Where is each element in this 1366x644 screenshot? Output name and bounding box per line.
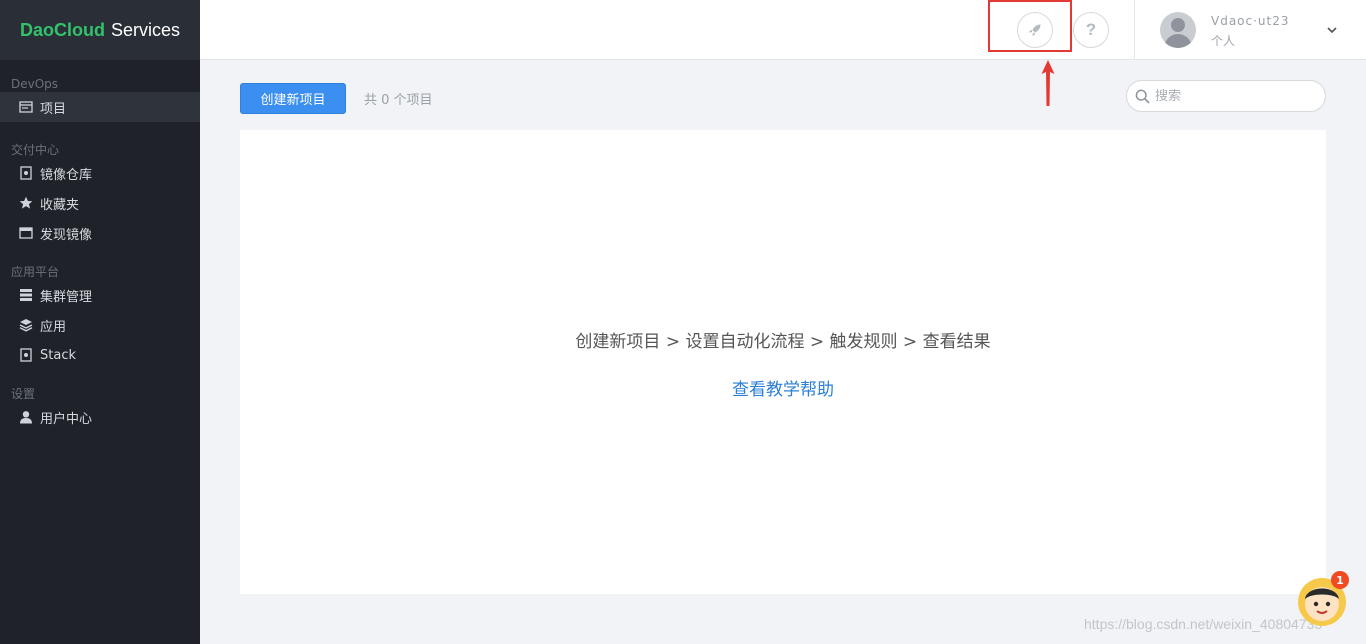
image-repo-icon bbox=[18, 165, 34, 181]
search-icon bbox=[1135, 89, 1150, 104]
annotation-arrow-icon bbox=[1041, 60, 1055, 106]
rocket-icon bbox=[1027, 22, 1043, 38]
project-count: 共 0 个项目 bbox=[364, 93, 433, 108]
sidebar-item-label: 用户中心 bbox=[40, 411, 93, 427]
brand-name-secondary: Services bbox=[110, 19, 181, 40]
watermark-text: https://blog.csdn.net/weixin_40804733 bbox=[1084, 616, 1323, 632]
section-title-delivery: 交付中心 bbox=[11, 143, 60, 157]
cluster-icon bbox=[18, 287, 34, 303]
layers-icon bbox=[18, 317, 34, 333]
sidebar-item-label: 镜像仓库 bbox=[40, 167, 93, 183]
user-icon bbox=[18, 409, 34, 425]
sidebar-item-favorites[interactable]: 收藏夹 bbox=[0, 188, 200, 218]
sidebar-item-discover[interactable]: 发现镜像 bbox=[0, 218, 200, 248]
user-name: Vdaoc·ut23 bbox=[1211, 14, 1290, 28]
stack-icon bbox=[18, 347, 34, 363]
brand-name-primary: DaoCloud bbox=[19, 19, 105, 40]
user-account-type: 个人 bbox=[1211, 34, 1236, 48]
sidebar-item-label: 集群管理 bbox=[40, 289, 93, 305]
search-box[interactable] bbox=[1126, 80, 1326, 112]
search-input[interactable] bbox=[1155, 88, 1315, 104]
help-button[interactable]: ? bbox=[1073, 12, 1109, 48]
sidebar-item-label: Stack bbox=[40, 347, 76, 363]
question-icon: ? bbox=[1085, 20, 1097, 39]
empty-state-panel: 创建新项目 > 设置自动化流程 > 触发规则 > 查看结果 查看教学帮助 bbox=[240, 130, 1326, 594]
sidebar-item-label: 发现镜像 bbox=[40, 227, 93, 243]
sidebar-item-stack[interactable]: Stack bbox=[0, 340, 200, 370]
sidebar-item-label: 收藏夹 bbox=[40, 197, 80, 213]
sidebar-item-project[interactable]: 项目 bbox=[0, 92, 200, 122]
sidebar: DaoCloud Services DevOps 项目 交付中心 镜像仓库 收藏… bbox=[0, 0, 200, 644]
brand-logo[interactable]: DaoCloud Services bbox=[0, 0, 200, 60]
section-title-settings: 设置 bbox=[11, 387, 36, 401]
project-icon bbox=[18, 99, 34, 115]
create-project-button[interactable]: 创建新项目 bbox=[240, 83, 346, 114]
rocket-button[interactable] bbox=[1017, 12, 1053, 48]
section-title-platform: 应用平台 bbox=[11, 265, 60, 279]
section-title-devops: DevOps bbox=[11, 77, 59, 91]
sidebar-item-image-repo[interactable]: 镜像仓库 bbox=[0, 158, 200, 188]
header-divider bbox=[1134, 0, 1135, 60]
sidebar-item-cluster[interactable]: 集群管理 bbox=[0, 280, 200, 310]
tutorial-help-link[interactable]: 查看教学帮助 bbox=[732, 380, 834, 400]
chevron-down-icon[interactable] bbox=[1326, 24, 1338, 36]
sidebar-item-apps[interactable]: 应用 bbox=[0, 310, 200, 340]
notification-badge: 1 bbox=[1331, 571, 1349, 589]
avatar[interactable] bbox=[1160, 12, 1196, 48]
star-icon bbox=[18, 195, 34, 211]
sidebar-item-user-center[interactable]: 用户中心 bbox=[0, 402, 200, 432]
workflow-steps-text: 创建新项目 > 设置自动化流程 > 触发规则 > 查看结果 bbox=[575, 332, 991, 352]
sidebar-item-label: 应用 bbox=[40, 319, 67, 335]
discover-icon bbox=[18, 225, 34, 241]
sidebar-item-label: 项目 bbox=[40, 101, 67, 117]
